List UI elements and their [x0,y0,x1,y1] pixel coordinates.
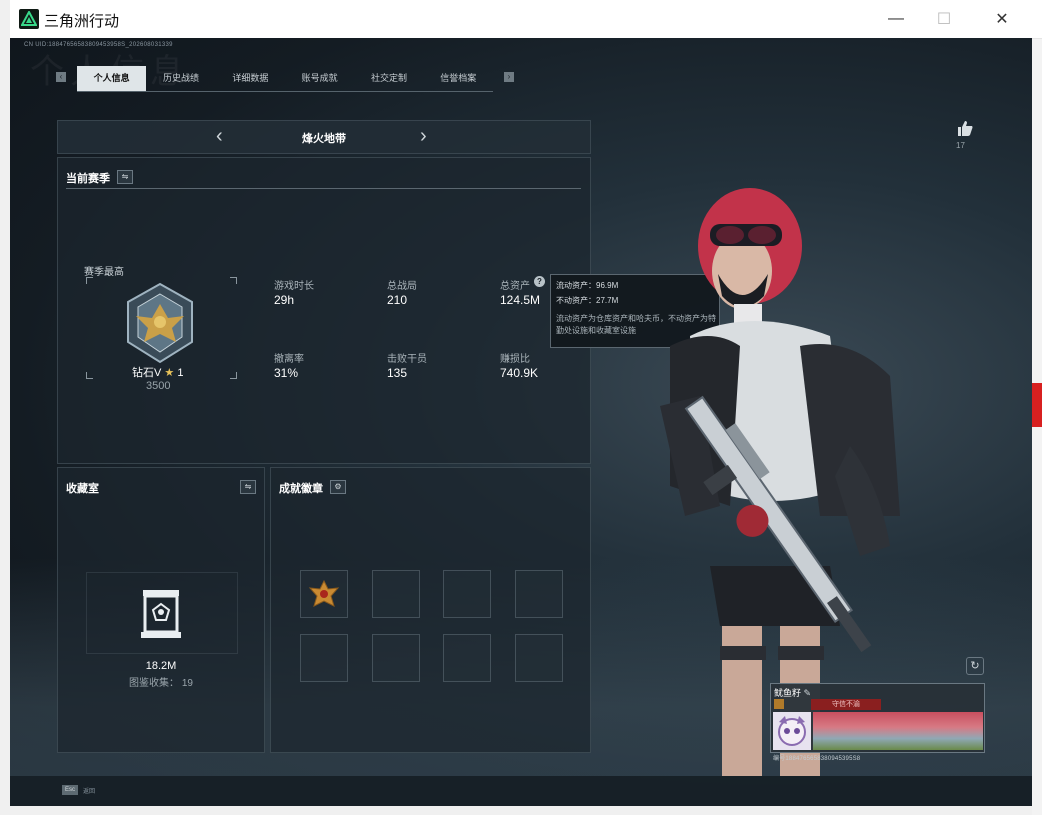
tab-prev-icon[interactable]: ‹ [56,72,66,82]
catalog-count: 19 [181,678,193,689]
mini-rank-icon [774,699,784,709]
season-switch-icon[interactable]: ⇋ [117,170,133,184]
season-title: 当前赛季 [66,173,110,185]
like-thumb-icon[interactable] [956,119,974,142]
badge-slot[interactable] [372,570,420,618]
badge-slot[interactable] [515,570,563,618]
collection-panel: 收藏室 ⇋ 18.2M 图鉴收集： 19 [57,467,265,753]
game-viewport: 个人信息 CN UID:18847656583809453958S_202608… [10,38,1032,806]
rank-name: 钻石V ★ 1 [132,364,183,380]
tab-next-icon[interactable]: › [504,72,514,82]
season-panel: 当前赛季 ⇋ 赛季最高 钻石V ★ 1 3500 游戏时长 29h 总战局 21… [57,157,591,464]
mode-selector: ‹ 烽火地带 › [57,120,591,154]
collection-title: 收藏室 [66,483,99,495]
badge-slot[interactable] [300,634,348,682]
collection-catalog: 图鉴收集： 19 [58,674,264,689]
catalog-label: 图鉴收集： [129,678,180,689]
badge-slot[interactable] [300,570,348,618]
player-name: 鱿鱼籽 ✎ [774,686,811,699]
rank-stars: 1 [177,367,184,379]
eagle-badge-icon [307,577,341,616]
player-card[interactable]: 鱿鱼籽 ✎ 守信不渝 [770,683,985,753]
window-title: 三角洲行动 [44,13,120,30]
background-window-strip [0,0,10,815]
tooltip-fixed: 不动资产：27.7M [556,296,619,305]
stat-label-assets: 总资产 [500,281,530,292]
tab-history[interactable]: 历史战绩 [146,66,215,91]
esc-label[interactable]: 返回 [83,786,95,795]
star-icon: ★ [164,367,175,379]
rank-medal-icon [122,282,198,369]
tab-personal-info[interactable]: 个人信息 [77,66,147,91]
stat-value-kills: 135 [387,366,408,380]
card-banner-image [813,712,983,750]
season-divider [66,188,581,189]
rank-tier: 钻石V [132,367,162,379]
stat-value-matches: 210 [387,293,408,307]
player-title-banner: 守信不渝 [811,699,881,710]
tab-detailed-data[interactable]: 详细数据 [216,66,285,91]
badges-settings-icon[interactable]: ⚙ [330,480,346,494]
player-id: 编号1884765658380945395S8 [773,756,861,762]
frame-corner [86,277,93,284]
stat-value-extract-rate: 31% [274,366,299,380]
maximize-button[interactable]: ☐ [915,0,973,38]
avatar [773,712,811,750]
badges-panel: 成就徽章 ⚙ [270,467,591,753]
bottom-bar [10,776,1032,806]
tab-credit[interactable]: 信誉档案 [424,66,493,91]
close-button[interactable]: ✕ [973,0,1031,38]
uid-text: CN UID:18847656583809453958S_20260803133… [24,42,173,48]
badge-slot[interactable] [372,634,420,682]
assets-help-icon[interactable]: ? [534,276,545,287]
tooltip-liquid: 流动资产：96.9M [556,281,619,290]
season-best-label: 赛季最高 [84,267,124,278]
edit-pencil-icon[interactable]: ✎ [804,688,812,698]
background-window-strip-bottom [10,806,1032,815]
rank-score: 3500 [146,380,171,392]
stat-label-matches: 总战局 [387,281,417,292]
tab-social[interactable]: 社交定制 [354,66,423,91]
tab-achievements[interactable]: 账号成就 [285,66,354,91]
frame-corner [86,372,93,379]
tab-bar: 个人信息 历史战绩 详细数据 账号成就 社交定制 信誉档案 [77,66,493,92]
stat-label-playtime: 游戏时长 [274,281,314,292]
window-titlebar: 三角洲行动 — ☐ ✕ [10,0,1042,39]
background-red-tab [1032,383,1042,427]
collection-switch-icon[interactable]: ⇋ [240,480,256,494]
badge-slot[interactable] [443,634,491,682]
stat-label-kills: 击败干员 [387,354,427,365]
stat-label-extract-rate: 撤离率 [274,354,304,365]
refresh-icon[interactable]: ↻ [966,657,984,675]
badge-slot[interactable] [443,570,491,618]
stat-value-playtime: 29h [274,293,295,307]
like-count: 17 [956,141,965,150]
esc-key-icon[interactable]: Esc [62,785,78,795]
collection-value: 18.2M [145,660,177,672]
player-name-text: 鱿鱼籽 [774,688,802,698]
badge-slot[interactable] [515,634,563,682]
stat-value-assets: 124.5M [500,293,541,307]
stat-value-profit-ratio: 740.9K [500,366,539,380]
stat-label-profit-ratio: 赚损比 [500,354,530,365]
frame-corner [230,277,237,284]
frame-corner [230,372,237,379]
mode-next-chevron-icon[interactable]: › [420,125,427,148]
badges-title: 成就徽章 [279,483,323,495]
mode-title: 烽火地带 [302,133,346,145]
app-logo-icon [19,9,39,29]
vault-icon[interactable] [137,588,185,645]
